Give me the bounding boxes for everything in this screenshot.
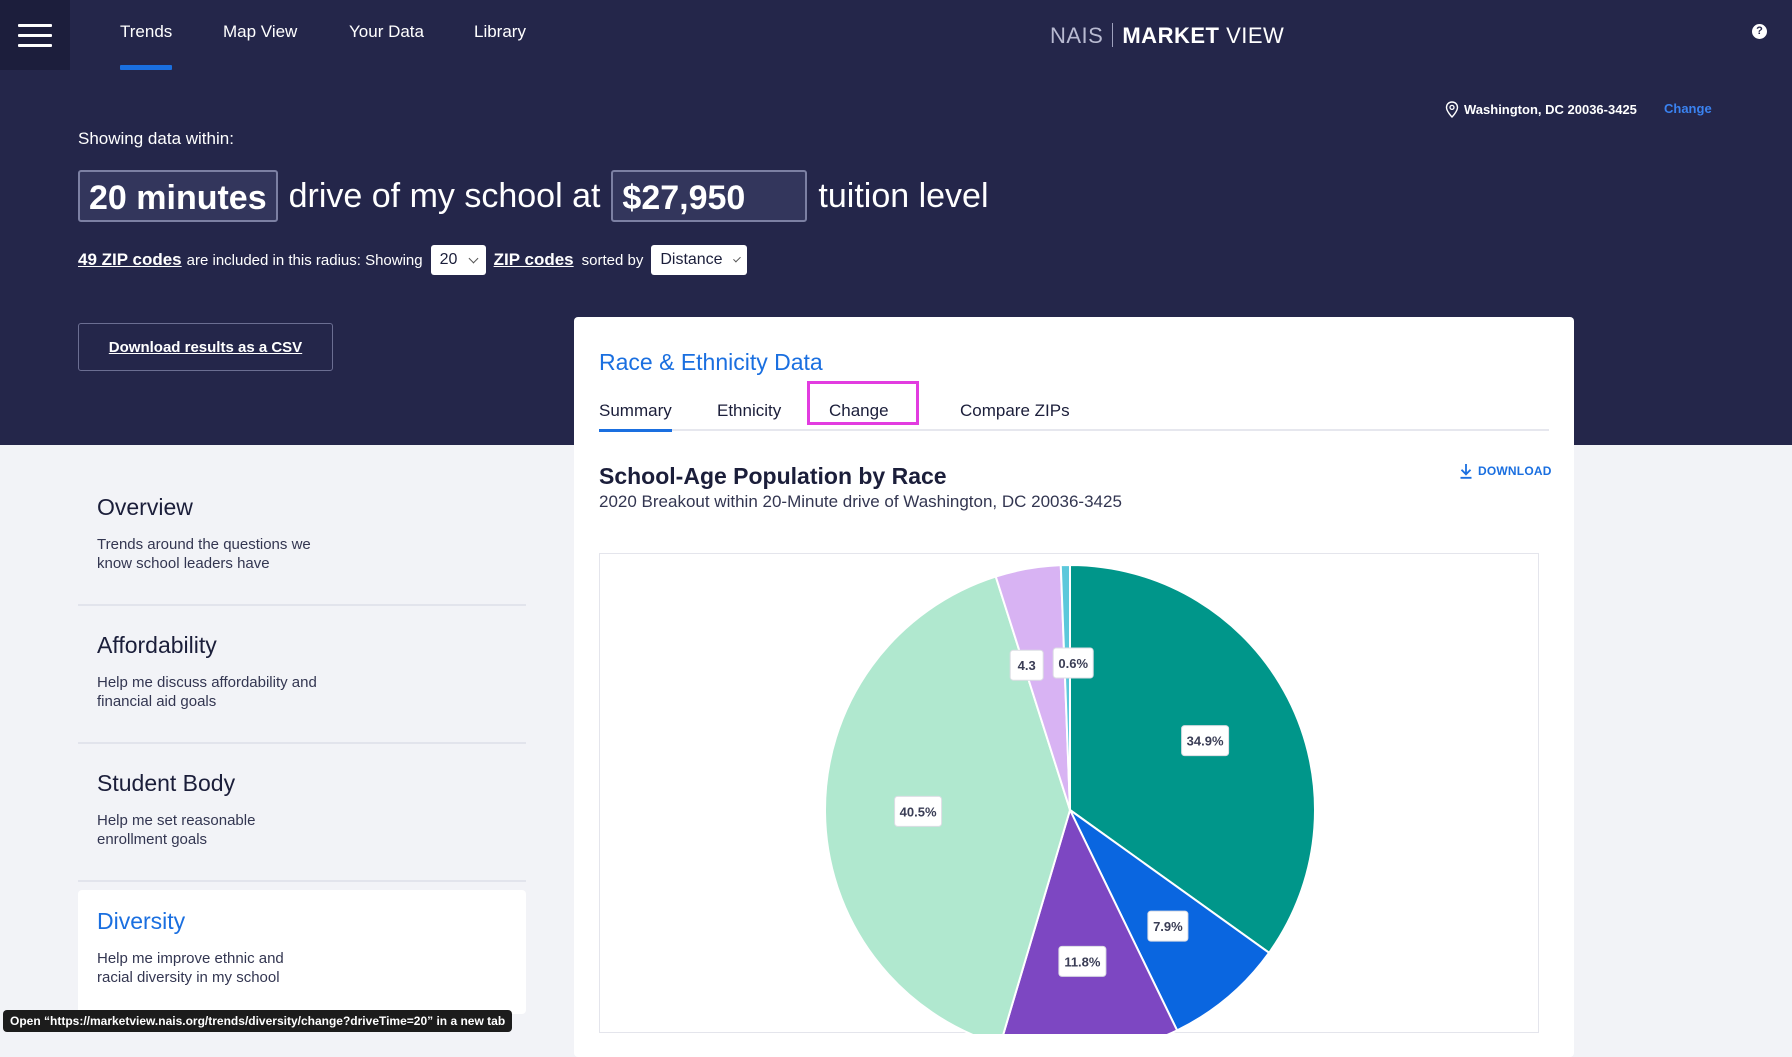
filter-sentence: 20 minutes drive of my school at $27,950… (78, 168, 1000, 224)
brand-nais: NAIS (1050, 23, 1104, 48)
pie-data-label-text: 4.3 (1018, 658, 1036, 673)
location-text: Washington, DC 20036-3425 (1464, 102, 1637, 117)
brand-market: MARKET (1122, 23, 1220, 48)
tab-change[interactable]: Change (829, 401, 889, 421)
download-label: DOWNLOAD (1478, 464, 1552, 478)
pie-data-label-text: 0.6% (1058, 656, 1088, 671)
sidebar-item-affordability[interactable]: Affordability Help me discuss affordabil… (78, 606, 526, 744)
sentence-end: tuition level (818, 176, 989, 215)
brand-view: VIEW (1226, 23, 1285, 48)
card-title: Race & Ethnicity Data (599, 349, 823, 375)
pie-data-label-text: 34.9% (1187, 734, 1224, 749)
map-pin-icon (1445, 101, 1459, 118)
tab-compare-zips[interactable]: Compare ZIPs (960, 401, 1070, 421)
nav-tab-library[interactable]: Library (474, 22, 526, 42)
pie-data-label: 4.3 (1009, 649, 1044, 681)
brand-separator (1112, 23, 1114, 47)
tab-summary[interactable]: Summary (599, 401, 672, 432)
sidebar-item-desc: Help me discuss affordability and financ… (97, 674, 317, 710)
zip-codes-link[interactable]: ZIP codes (494, 250, 574, 270)
sidebar-item-desc: Help me set reasonable enrollment goals (97, 812, 256, 848)
help-icon[interactable]: ? (1752, 24, 1767, 39)
chevron-down-icon (732, 254, 741, 262)
tab-ethnicity[interactable]: Ethnicity (717, 401, 781, 421)
topic-sidebar: Overview Trends around the questions we … (78, 468, 526, 1014)
zip-count-link[interactable]: 49 ZIP codes (78, 250, 182, 270)
sorted-by-text: sorted by (581, 251, 644, 269)
nav-tab-map-view[interactable]: Map View (223, 22, 297, 42)
tuition-input[interactable]: $27,950 (611, 170, 808, 222)
sidebar-item-title: Affordability (97, 632, 217, 658)
nav-tab-trends[interactable]: Trends (120, 22, 173, 70)
chart-subtitle: 2020 Breakout within 20-Minute drive of … (599, 492, 1122, 511)
top-navigation: Trends Map View Your Data Library NAIS MA… (0, 0, 1792, 70)
pie-data-label-text: 7.9% (1153, 919, 1183, 934)
showing-label: Showing data within: (78, 129, 234, 148)
zip-count-select[interactable]: 20 (430, 245, 486, 275)
nav-tab-your-data[interactable]: Your Data (349, 22, 424, 42)
sidebar-item-title: Diversity (97, 908, 186, 934)
pie-data-label-text: 11.8% (1064, 954, 1101, 969)
sidebar-item-overview[interactable]: Overview Trends around the questions we … (78, 468, 526, 606)
download-csv-button[interactable]: Download results as a CSV (78, 323, 333, 371)
location-display: Washington, DC 20036-3425 (1445, 101, 1637, 118)
sort-select[interactable]: Distance (651, 245, 748, 275)
sidebar-item-title: Overview (97, 494, 193, 520)
sidebar-item-desc: Trends around the questions we know scho… (97, 536, 311, 572)
sidebar-item-student-body[interactable]: Student Body Help me set reasonable enro… (78, 744, 526, 882)
sidebar-item-diversity[interactable]: Diversity Help me improve ethnic and rac… (78, 890, 526, 1014)
download-icon (1460, 464, 1472, 479)
pie-chart: 34.9% 7.9% 11.8% 40.5% 4.3 0.6% (824, 563, 1316, 1056)
chevron-down-icon (468, 253, 479, 263)
brand-logo: NAIS MARKET VIEW (1050, 23, 1284, 49)
pie-data-label: 11.8% (1058, 945, 1107, 977)
drive-time-selector[interactable]: 20 minutes (78, 170, 278, 222)
chart-title: School-Age Population by Race (599, 463, 947, 489)
sentence-middle: drive of my school at (288, 176, 601, 215)
download-chart-link[interactable]: DOWNLOAD (1459, 463, 1552, 479)
pie-data-label: 40.5% (894, 795, 943, 827)
change-location-link[interactable]: Change (1664, 101, 1712, 116)
pie-data-label: 0.6% (1052, 647, 1094, 679)
zip-filter-line: 49 ZIP codes are included in this radius… (78, 245, 748, 275)
sidebar-item-desc: Help me improve ethnic and racial divers… (97, 950, 284, 986)
race-ethnicity-card: Race & Ethnicity Data Summary Ethnicity … (574, 317, 1574, 1057)
sidebar-item-title: Student Body (97, 770, 236, 796)
sort-value: Distance (660, 251, 723, 268)
card-tabs: Summary Ethnicity Change Compare ZIPs (599, 387, 1549, 432)
pie-data-label-text: 40.5% (900, 804, 937, 819)
zip-count-value: 20 (439, 251, 458, 268)
included-text: are included in this radius: Showing (186, 251, 423, 269)
link-status-bar: Open “https://marketview.nais.org/trends… (3, 1010, 513, 1032)
pie-chart-container: 34.9% 7.9% 11.8% 40.5% 4.3 0.6% (599, 553, 1539, 1056)
pie-data-label: 7.9% (1147, 910, 1189, 942)
hamburger-menu-icon[interactable] (0, 0, 70, 70)
pie-data-label: 34.9% (1181, 725, 1230, 757)
